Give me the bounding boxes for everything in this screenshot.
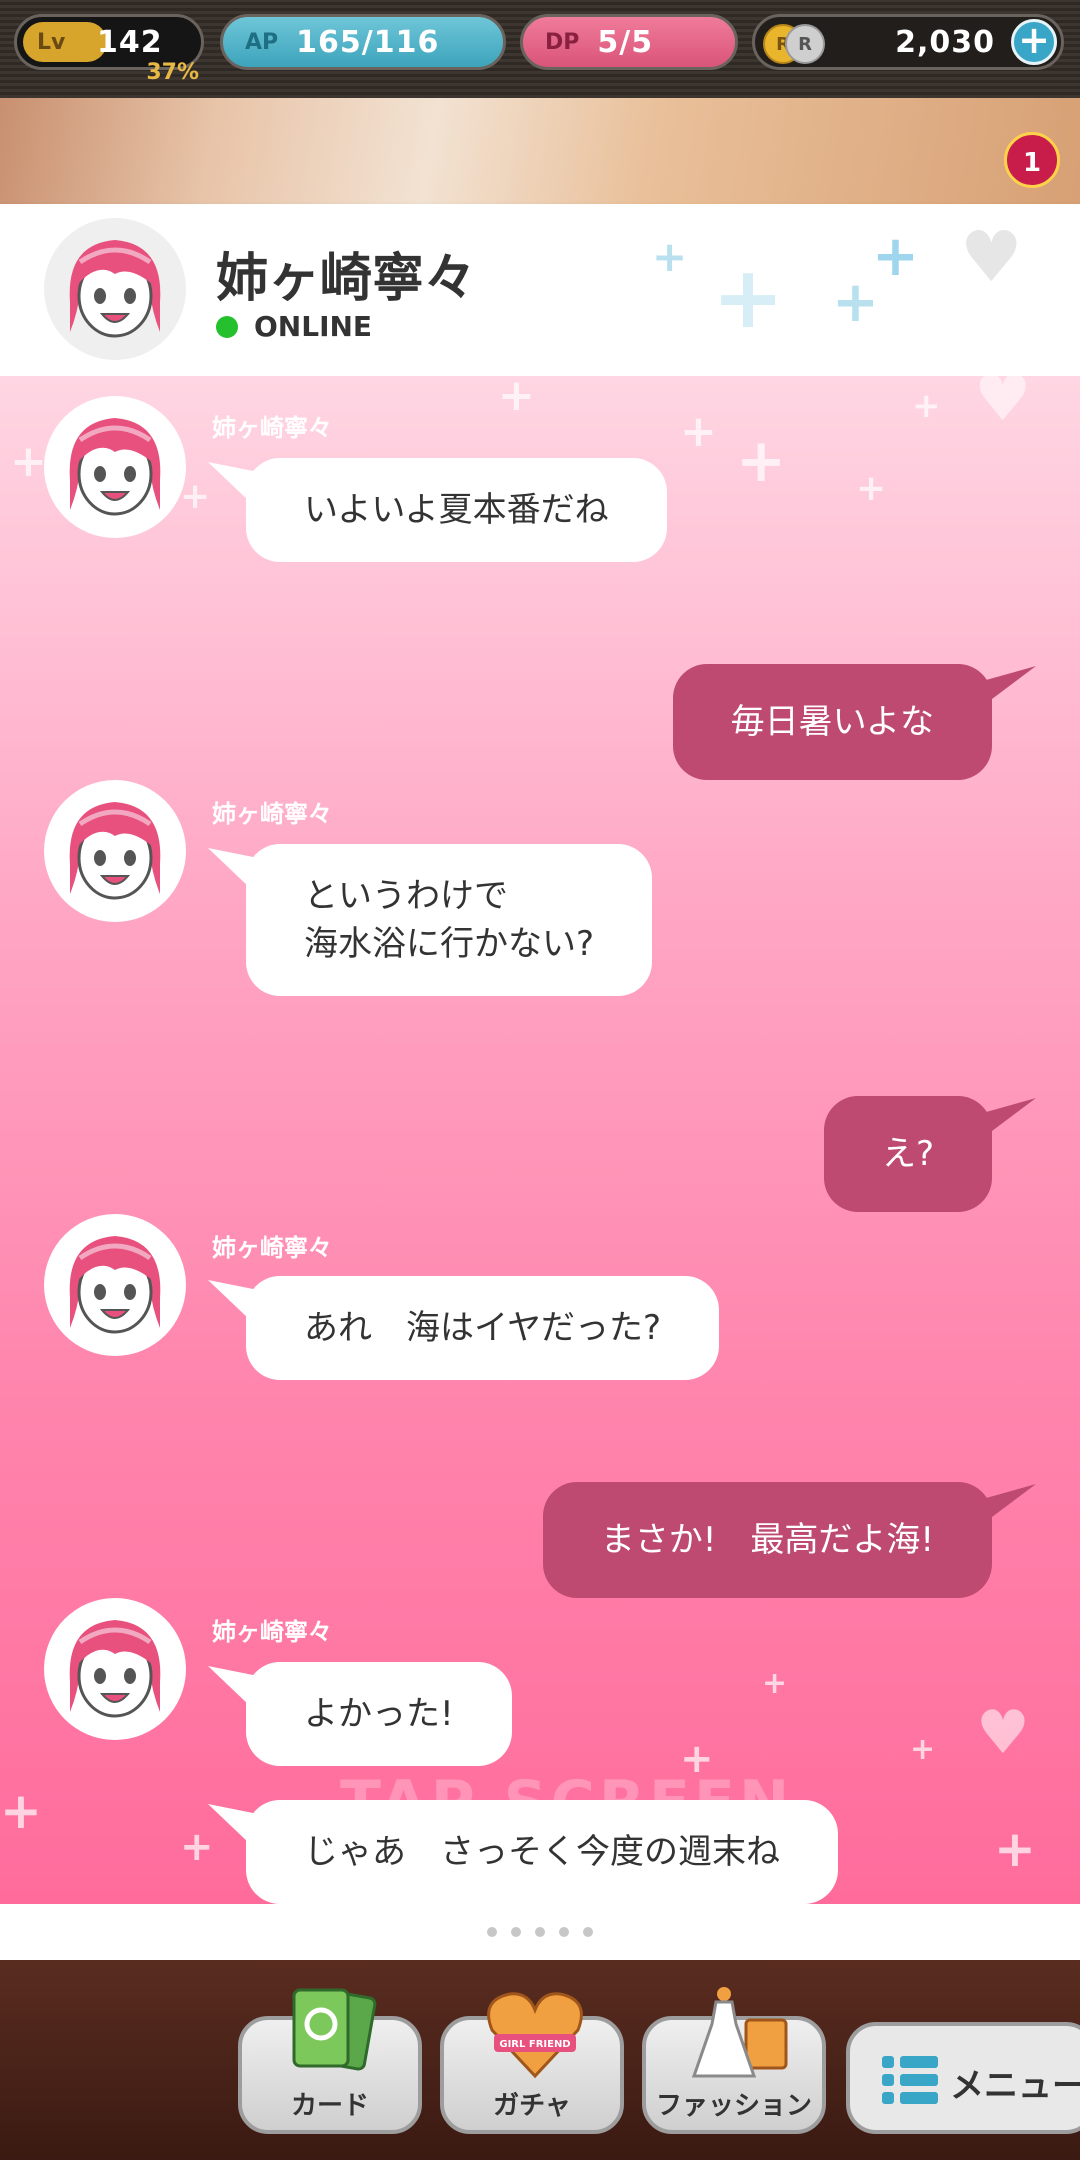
dp-indicator: DP 5/5 (520, 14, 738, 70)
message-bubble-received: じゃあ さっそく今度の週末ね (246, 1800, 838, 1904)
dp-value: 5/5 (597, 24, 654, 60)
sparkle-icon: + (762, 1666, 788, 1701)
nav-menu-button[interactable]: メニュー (846, 2022, 1080, 2134)
online-dot-icon (216, 315, 238, 338)
online-status: ONLINE (216, 310, 372, 343)
sender-name: 姉ヶ崎寧々 (212, 1618, 332, 1646)
chat-area[interactable]: + + + + + + ♥ + + + ♥ + + + + TAP SCREEN… (0, 376, 1080, 1904)
nav-gacha-label: ガチャ (493, 2091, 571, 2121)
sparkle-icon: + (680, 406, 717, 457)
sparkle-icon: + (872, 224, 919, 289)
gacha-badge-text: GIRL FRIEND (499, 2039, 570, 2050)
message-bubble-received: というわけで 海水浴に行かない? (246, 844, 653, 996)
sender-name: 姉ヶ崎寧々 (212, 800, 332, 828)
message-avatar[interactable] (44, 396, 186, 538)
coin-count: 2,030 (895, 24, 995, 60)
page-dot (487, 1927, 497, 1937)
girl-face-icon (69, 1620, 161, 1718)
ap-indicator: AP 165/116 (220, 14, 506, 70)
message-text: というわけで (304, 876, 508, 916)
heart-icon: ♥ (960, 216, 1023, 298)
message-bubble-sent: 毎日暑いよな (672, 664, 992, 780)
currency-indicator: R R 2,030 + (752, 14, 1064, 70)
sparkle-icon: + (712, 248, 785, 348)
online-status-label: ONLINE (254, 310, 373, 343)
message-avatar[interactable] (44, 1214, 186, 1356)
message-text: 海水浴に行かない? (304, 924, 595, 964)
sparkle-icon: + (498, 376, 535, 421)
sparkle-icon: + (0, 1782, 42, 1840)
background-strip (0, 98, 1080, 204)
ap-label: AP (245, 29, 279, 55)
silver-coin-icon: R (785, 24, 825, 64)
dress-icon (691, 1987, 788, 2078)
message-avatar[interactable] (44, 1598, 186, 1740)
nav-menu-label: メニュー (950, 2066, 1080, 2106)
dp-label: DP (545, 29, 580, 55)
menu-list-icon (882, 2056, 938, 2104)
heart-icon: ♥ (974, 376, 1032, 436)
sparkle-icon: + (994, 1820, 1036, 1878)
chat-header: 姉ヶ崎寧々 ONLINE + + + + ♥ (0, 204, 1080, 376)
nav-card-button[interactable]: カード (238, 1988, 422, 2134)
message-bubble-sent: まさか! 最高だよ海! (542, 1482, 992, 1598)
notification-badge[interactable]: 1 (1004, 132, 1060, 188)
message-text: 毎日暑いよな (730, 702, 934, 742)
nav-fashion-label: ファッション (655, 2091, 812, 2121)
message-bubble-received: いよいよ夏本番だね (246, 458, 667, 562)
sparkle-icon: + (856, 468, 887, 509)
cards-icon (292, 1988, 377, 2071)
heart-icon: ♥ (976, 1698, 1030, 1768)
sparkle-icon: + (10, 436, 47, 487)
message-text: いよいよ夏本番だね (304, 490, 609, 530)
sparkle-icon: + (832, 270, 879, 335)
sparkle-icon: + (910, 1732, 936, 1767)
page-indicator (0, 1904, 1080, 1960)
level-indicator: Lv 142 37% (14, 14, 204, 85)
page-dot (583, 1927, 593, 1937)
sparkle-icon: + (180, 476, 211, 517)
message-text: え? (881, 1134, 934, 1174)
sparkle-icon: + (912, 386, 941, 426)
sparkle-icon: + (180, 1824, 214, 1870)
page-dot (511, 1927, 521, 1937)
nav-fashion-button[interactable]: ファッション (642, 1987, 826, 2134)
bottom-navigation: カード GIRL FRIEND ガチャ ファッション メニュー (0, 1960, 1080, 2160)
gacha-heart-icon: GIRL FRIEND (487, 1992, 583, 2079)
level-value: 142 (97, 24, 163, 60)
level-label: Lv (23, 22, 107, 62)
message-text: じゃあ さっそく今度の週末ね (304, 1832, 780, 1872)
sender-name: 姉ヶ崎寧々 (212, 1234, 332, 1262)
sparkle-icon: + (736, 426, 787, 496)
message-avatar[interactable] (44, 780, 186, 922)
ap-value: 165/116 (296, 24, 440, 60)
girl-face-icon (69, 418, 161, 516)
message-bubble-received: あれ 海はイヤだった? (246, 1276, 720, 1380)
message-text: あれ 海はイヤだった? (304, 1308, 662, 1348)
message-text: まさか! 最高だよ海! (600, 1520, 934, 1560)
contact-avatar[interactable] (44, 218, 186, 360)
add-currency-button[interactable]: + (1011, 19, 1057, 65)
nav-card-label: カード (290, 2091, 369, 2121)
sender-name: 姉ヶ崎寧々 (212, 414, 332, 442)
status-bar: Lv 142 37% AP 165/116 DP 5/5 R R 2,030 + (0, 0, 1080, 98)
contact-name: 姉ヶ崎寧々 (216, 249, 477, 309)
girl-face-icon (69, 1236, 161, 1334)
message-text: よかった! (304, 1694, 454, 1734)
page-dot (559, 1927, 569, 1937)
level-progress: 37% (146, 60, 199, 85)
sparkle-icon: + (652, 232, 688, 281)
girl-face-icon (69, 802, 161, 900)
message-bubble-received: よかった! (246, 1662, 512, 1766)
nav-gacha-button[interactable]: GIRL FRIEND ガチャ (440, 1992, 624, 2134)
message-bubble-sent: え? (823, 1096, 992, 1212)
page-dot (535, 1927, 545, 1937)
girl-face-icon (69, 240, 161, 338)
